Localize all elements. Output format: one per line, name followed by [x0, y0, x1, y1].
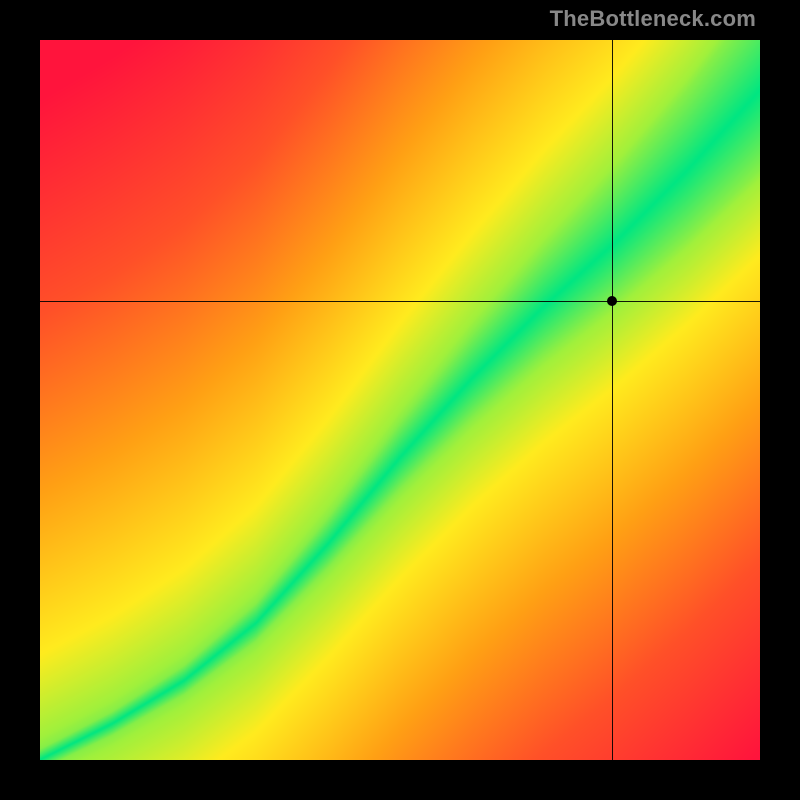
heatmap-plot [40, 40, 760, 760]
crosshair-horizontal [40, 301, 760, 302]
crosshair-vertical [612, 40, 613, 760]
attribution-label: TheBottleneck.com [550, 6, 756, 32]
heatmap-canvas [40, 40, 760, 760]
marker-dot [607, 296, 617, 306]
